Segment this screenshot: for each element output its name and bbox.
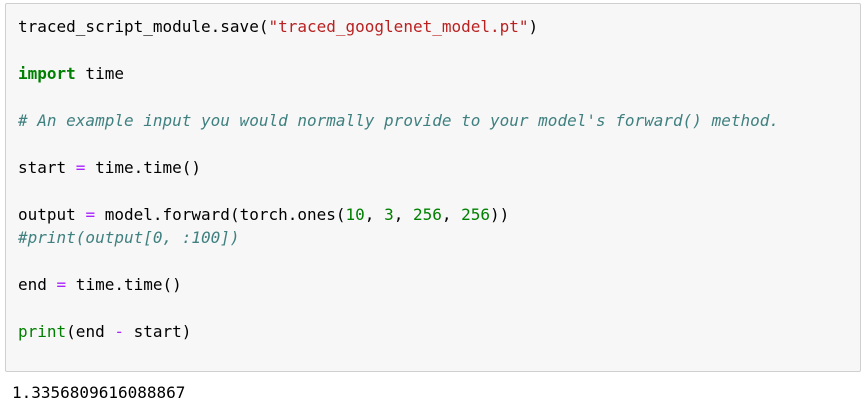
code-text: time — [75, 64, 124, 83]
operator-minus: - — [114, 322, 124, 341]
code-comment: # An example input you would normally pr… — [18, 111, 779, 130]
code-text: (end — [66, 322, 115, 341]
operator-assign: = — [56, 275, 67, 294]
code-line-5: output = model.forward(torch.ones(10, 3,… — [18, 203, 509, 227]
code-editor[interactable]: traced_script_module.save("traced_google… — [18, 15, 779, 341]
code-text: end — [18, 275, 57, 294]
code-line-8: print(end - start) — [18, 320, 191, 344]
builtin-print: print — [18, 322, 67, 341]
code-line-7: end = time.time() — [18, 273, 182, 297]
code-comment: #print(output[0, :100]) — [18, 228, 240, 247]
code-text: model.forward(torch.ones( — [95, 205, 346, 224]
code-line-4: start = time.time() — [18, 156, 201, 180]
operator-assign: = — [75, 158, 86, 177]
code-text: start) — [123, 322, 192, 341]
code-line-2: import time — [18, 62, 124, 86]
number-literal: 256 — [461, 205, 491, 224]
number-literal: 256 — [412, 205, 442, 224]
code-text: )) — [490, 205, 510, 224]
number-literal: 3 — [384, 205, 394, 224]
code-text: time.time() — [66, 275, 182, 294]
code-text: , — [364, 205, 385, 224]
code-text: time.time() — [85, 158, 202, 177]
code-text: output — [18, 205, 86, 224]
keyword-import: import — [18, 64, 76, 83]
code-cell-input[interactable]: traced_script_module.save("traced_google… — [5, 3, 861, 372]
code-text: ) — [528, 17, 539, 36]
code-line-1: traced_script_module.save("traced_google… — [18, 15, 538, 39]
number-literal: 10 — [345, 205, 365, 224]
code-text: , — [393, 205, 413, 224]
operator-assign: = — [85, 205, 96, 224]
code-text: start — [18, 158, 76, 177]
code-line-3: # An example input you would normally pr… — [18, 109, 779, 133]
cell-output-text: 1.3356809616088867 — [12, 383, 186, 402]
code-text: traced_script_module.save( — [18, 17, 269, 36]
code-text: , — [441, 205, 462, 224]
code-line-6: #print(output[0, :100]) — [18, 226, 240, 250]
string-literal: "traced_googlenet_model.pt" — [268, 17, 529, 36]
